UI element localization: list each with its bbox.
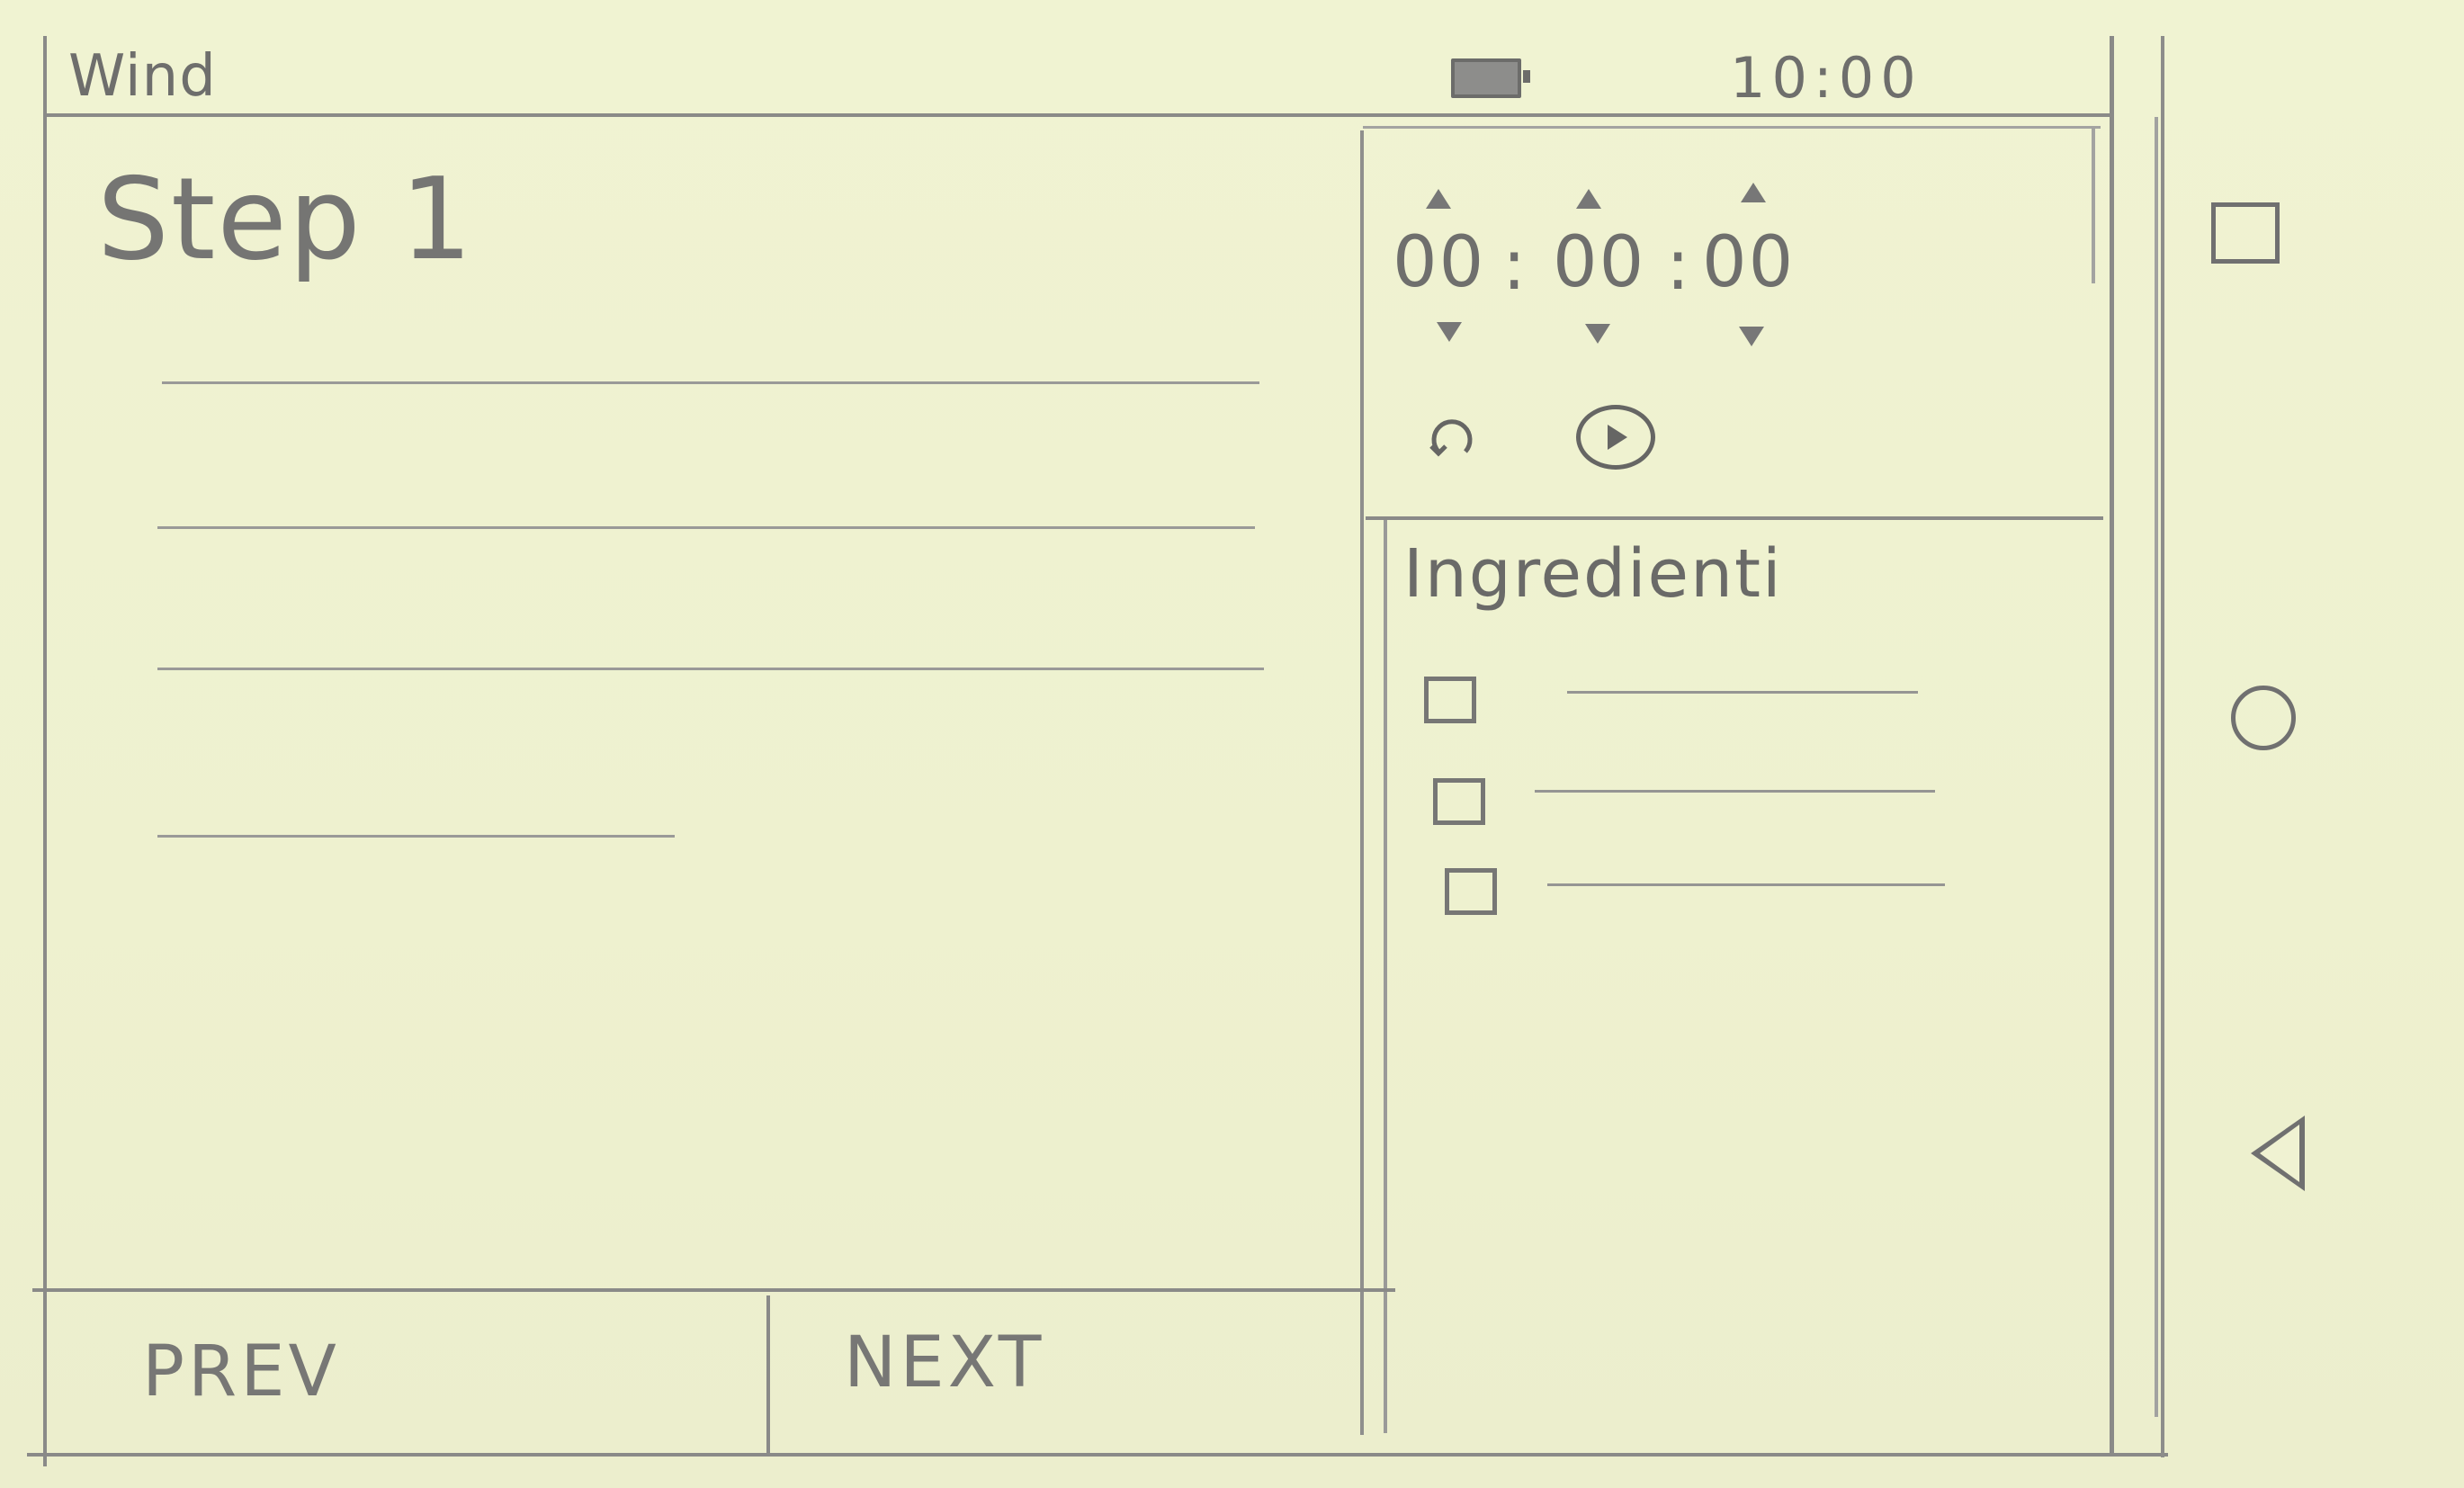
hours-up-arrow[interactable] (1426, 189, 1451, 209)
status-bar: Wind 10:00 (43, 36, 2112, 113)
seconds-down-arrow[interactable] (1739, 327, 1764, 346)
ingredient-line-2 (1535, 790, 1935, 793)
hours-down-arrow[interactable] (1437, 322, 1462, 342)
device-divider-line (2110, 36, 2114, 1453)
timer-separator-1: : (1502, 225, 1528, 306)
system-bar-inner-line (2155, 117, 2158, 1417)
ingredient-checkbox-1[interactable] (1424, 677, 1476, 723)
next-button[interactable]: NEXT (772, 1295, 1384, 1448)
status-time: 10:00 (1730, 45, 1922, 111)
timer-panel-top-line (1363, 126, 2101, 129)
step-text-line-2 (157, 526, 1255, 529)
system-bar-outer-line (2161, 36, 2164, 1457)
seconds-up-arrow[interactable] (1741, 183, 1766, 202)
minutes-up-arrow[interactable] (1576, 189, 1601, 209)
play-icon[interactable] (1576, 405, 1655, 470)
triangle-back-icon[interactable] (2251, 1116, 2305, 1191)
ingredient-line-1 (1567, 691, 1918, 694)
step-text-line-4 (157, 835, 675, 838)
sketch-paper: Wind 10:00 Step 1 PREV NEXT 00 : 00 : 00 (0, 0, 2464, 1488)
reset-icon[interactable] (1426, 412, 1480, 466)
right-panel-inner-divider (1384, 520, 1387, 1433)
nav-top-line (32, 1288, 1395, 1292)
frame-bottom-line (27, 1453, 2168, 1457)
frame-left-line (43, 36, 47, 1466)
timer-separator-2: : (1666, 225, 1692, 306)
ingredients-title: Ingredienti (1403, 535, 1783, 613)
panel-divider (1360, 130, 1364, 1435)
nav-divider-line (766, 1295, 770, 1453)
step-text-line-1 (162, 381, 1259, 384)
minutes-down-arrow[interactable] (1585, 324, 1610, 344)
prev-button[interactable]: PREV (36, 1295, 765, 1448)
app-name: Wind (68, 43, 217, 110)
timer-seconds[interactable]: 00 (1702, 222, 1795, 303)
ingredient-checkbox-3[interactable] (1445, 868, 1497, 915)
ingredient-line-3 (1547, 883, 1945, 886)
frame-top-line (43, 113, 2112, 117)
square-icon[interactable] (2211, 202, 2280, 264)
step-text-line-3 (157, 668, 1264, 670)
ingredient-checkbox-2[interactable] (1433, 778, 1485, 825)
step-title: Step 1 (97, 153, 475, 285)
prev-label: PREV (142, 1331, 340, 1412)
circle-icon[interactable] (2231, 686, 2296, 750)
timer-hours[interactable]: 00 (1393, 222, 1485, 303)
battery-icon (1451, 58, 1530, 98)
timer-minutes[interactable]: 00 (1553, 222, 1645, 303)
timer-panel-right-line (2092, 126, 2095, 283)
timer-ingredients-divider (1366, 516, 2103, 520)
next-label: NEXT (844, 1322, 1045, 1403)
